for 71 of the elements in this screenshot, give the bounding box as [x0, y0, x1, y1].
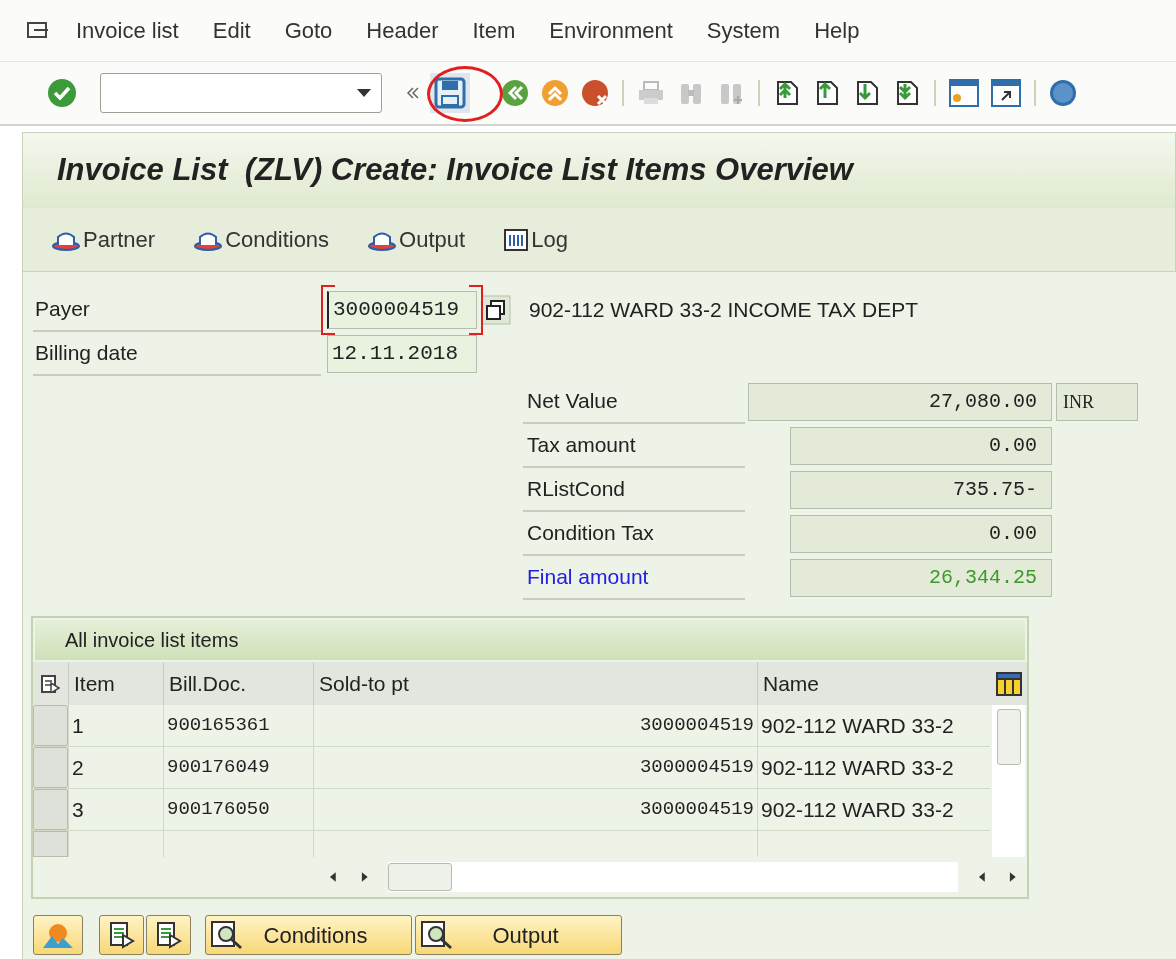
table-title: All invoice list items [65, 628, 239, 653]
input-field[interactable]: 12.11.2018 [327, 335, 477, 373]
command-field[interactable] [100, 73, 382, 113]
scrollbar-thumb[interactable] [388, 863, 453, 891]
table-cell: 2 [68, 747, 163, 788]
menu-item[interactable]: Environment [549, 14, 673, 47]
toolbar-button[interactable]: Log [503, 223, 568, 256]
menu-item[interactable]: Invoice list [76, 14, 179, 47]
field-label: Payer [35, 296, 90, 323]
magnifier-icon [210, 920, 244, 950]
menu-item[interactable]: System [706, 14, 781, 47]
copy-icon[interactable] [481, 295, 511, 325]
back-icon[interactable] [500, 78, 530, 108]
amount-field: 735.75- [790, 471, 1052, 509]
menu-item[interactable]: Header [366, 14, 439, 47]
mountain-icon [42, 921, 74, 949]
menu-icon[interactable] [26, 20, 50, 41]
cancel-icon[interactable] [580, 78, 610, 108]
action-button[interactable]: Output [415, 915, 622, 955]
magnifier-icon [420, 920, 454, 950]
screen-title: Invoice List (ZLV) Create: Invoice List Items Overview [57, 151, 853, 190]
double-chevron-icon[interactable] [406, 86, 420, 100]
menu-item[interactable]: Edit [212, 14, 251, 47]
table-cell: 902-112 WARD 33-2 [757, 705, 990, 746]
table-cell: 3000004519 [313, 747, 757, 788]
input-field[interactable]: 3000004519 [327, 291, 477, 329]
toolbar-button[interactable]: Conditions [193, 223, 330, 256]
amount-field: 0.00 [790, 515, 1052, 553]
amount-field: 0.00 [790, 427, 1052, 465]
table-cell: 900176049 [163, 747, 313, 788]
icon-button[interactable] [146, 915, 191, 955]
check-icon[interactable] [46, 77, 78, 109]
menu-item[interactable]: Goto [284, 14, 333, 47]
amount-field: 27,080.00 [748, 383, 1052, 421]
action-button[interactable]: Conditions [205, 915, 412, 955]
amount-field: 26,344.25 [790, 559, 1052, 597]
table-cell: 3000004519 [313, 789, 757, 830]
currency-field: INR [1056, 383, 1138, 421]
field-label: Billing date [35, 340, 138, 367]
shortcut-window-icon[interactable] [990, 78, 1022, 108]
scrollbar-thumb[interactable] [996, 709, 1021, 765]
table-cell: 900176050 [163, 789, 313, 830]
field-label: Net Value [527, 388, 618, 415]
column-settings-icon[interactable] [995, 671, 1022, 696]
select-all-icon [108, 921, 135, 949]
column-header[interactable]: Name [757, 662, 990, 705]
column-header[interactable]: Item [68, 662, 163, 705]
select-layout-icon[interactable] [40, 674, 61, 693]
table-cell: 3 [68, 789, 163, 830]
payer-name: 902-112 WARD 33-2 INCOME TAX DEPT [529, 297, 918, 324]
table-cell: 902-112 WARD 33-2 [757, 747, 990, 788]
icon-button[interactable] [99, 915, 144, 955]
column-header[interactable]: Bill.Doc. [163, 662, 313, 705]
toolbar-button[interactable]: Partner [51, 223, 156, 256]
new-window-icon[interactable] [948, 78, 980, 108]
column-header[interactable]: Sold-to pt [313, 662, 757, 705]
log-icon [503, 227, 530, 252]
save-icon[interactable] [434, 77, 466, 109]
table-cell: 902-112 WARD 33-2 [757, 789, 990, 830]
menu-item[interactable]: Item [472, 14, 516, 47]
deselect-all-icon [155, 921, 182, 949]
field-label: RListCond [527, 476, 626, 503]
table-cell: 3000004519 [313, 705, 757, 746]
field-label: Tax amount [527, 432, 636, 459]
menu-item[interactable]: Help [814, 14, 860, 47]
table-cell: 900165361 [163, 705, 313, 746]
field-label: Final amount [527, 564, 649, 591]
dropdown-caret-icon[interactable] [357, 89, 371, 97]
field-label: Condition Tax [527, 520, 654, 547]
toolbar-button[interactable]: Output [367, 223, 466, 256]
table-cell: 1 [68, 705, 163, 746]
